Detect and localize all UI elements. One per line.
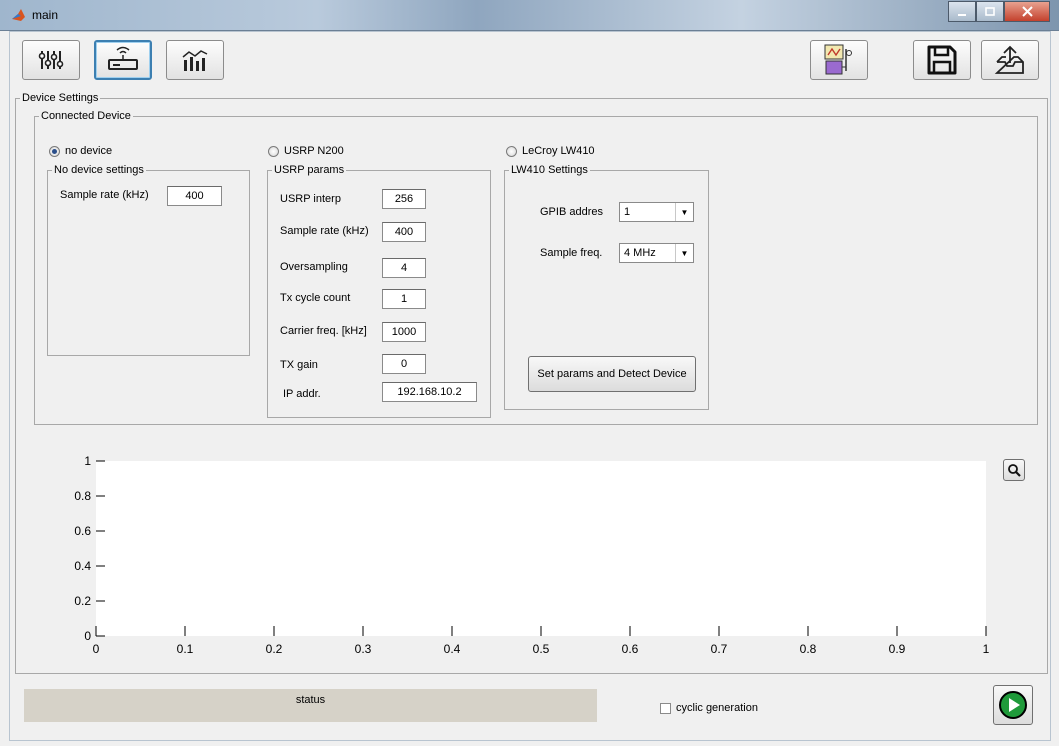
sample-rate-label: Sample rate (kHz) <box>60 189 149 201</box>
sample-freq-select[interactable]: 4 MHz ▼ <box>619 243 694 263</box>
generator-icon <box>824 44 852 75</box>
y-tick-label: 1 <box>84 454 91 468</box>
usrp-interp-input[interactable]: 256 <box>382 189 426 209</box>
cyclic-generation-checkbox[interactable]: cyclic generation <box>660 702 758 714</box>
lw410-settings-title: LW410 Settings <box>511 164 588 176</box>
y-tick-label: 0.4 <box>74 559 91 573</box>
carrier-freq-label: Carrier freq. [kHz] <box>280 325 367 337</box>
connected-device-title: Connected Device <box>41 110 131 122</box>
usrp-interp-label: USRP interp <box>280 193 341 205</box>
usrp-sample-rate-input[interactable]: 400 <box>382 222 426 242</box>
maximize-button[interactable] <box>976 1 1004 22</box>
gpib-address-value: 1 <box>624 206 631 218</box>
window-controls <box>948 1 1050 22</box>
client-area: Device Settings Connected Device no devi… <box>9 31 1051 741</box>
cyclic-generation-label: cyclic generation <box>676 702 758 714</box>
sliders-icon <box>38 51 64 69</box>
x-tick-label: 0 <box>93 642 100 656</box>
close-icon <box>1021 6 1033 17</box>
zoom-button[interactable] <box>1003 459 1025 481</box>
device-settings-title: Device Settings <box>22 92 99 104</box>
y-tick-label: 0.8 <box>74 489 91 503</box>
main-window: main Device Settings Connected Device no… <box>0 0 1059 746</box>
sample-rate-input[interactable]: 400 <box>167 186 222 206</box>
checkbox-indicator <box>660 702 671 714</box>
oversampling-label: Oversampling <box>280 261 348 273</box>
radio-usrp-n200[interactable]: USRP N200 <box>268 145 344 157</box>
carrier-freq-input[interactable]: 1000 <box>382 322 426 342</box>
x-tick-label: 0.7 <box>711 642 728 656</box>
export-icon <box>994 45 1024 74</box>
title-bar: main <box>0 0 1059 31</box>
magnifier-icon <box>1008 464 1021 477</box>
y-tick-label: 0.2 <box>74 594 91 608</box>
window-title: main <box>32 8 59 22</box>
chevron-down-icon: ▼ <box>675 203 693 221</box>
usrp-sample-rate-label: Sample rate (kHz) <box>280 225 369 237</box>
export-button[interactable] <box>981 40 1039 80</box>
maximize-icon <box>985 6 995 16</box>
x-tick-label: 0.8 <box>800 642 817 656</box>
gpib-address-select[interactable]: 1 ▼ <box>619 202 694 222</box>
chevron-down-icon: ▼ <box>675 244 693 262</box>
y-tick-label: 0 <box>84 629 91 643</box>
x-tick-label: 0.6 <box>622 642 639 656</box>
plot-axes: 0 0.1 0.2 0.3 0.4 0.5 0.6 0.7 0.8 0.9 1 0 0.2 0.4 0.6… <box>74 454 990 656</box>
y-tick-label: 0.6 <box>74 524 91 538</box>
radio-no-device[interactable]: no device <box>49 145 112 157</box>
status-bar: status <box>24 689 597 722</box>
chart-icon <box>182 50 208 71</box>
tx-gain-label: TX gain <box>280 359 318 371</box>
run-button[interactable] <box>993 685 1033 725</box>
x-tick-label: 0.1 <box>177 642 194 656</box>
x-tick-label: 0.4 <box>444 642 461 656</box>
sample-freq-value: 4 MHz <box>624 247 656 259</box>
sample-freq-label: Sample freq. <box>540 247 603 259</box>
device-tab-button[interactable] <box>94 40 152 80</box>
minimize-icon <box>958 13 966 16</box>
x-tick-label: 1 <box>983 642 990 656</box>
play-icon <box>999 691 1027 719</box>
ip-addr-input[interactable]: 192.168.10.2 <box>382 382 477 402</box>
tx-cycle-count-label: Tx cycle count <box>280 292 351 304</box>
ip-addr-label: IP addr. <box>283 388 321 400</box>
x-tick-label: 0.3 <box>355 642 372 656</box>
plot-area <box>96 461 986 636</box>
radio-indicator <box>506 145 517 157</box>
detect-device-button[interactable]: Set params and Detect Device <box>528 356 696 392</box>
radio-label: USRP N200 <box>284 145 344 157</box>
save-icon <box>927 45 957 75</box>
minimize-button[interactable] <box>948 1 976 22</box>
x-tick-label: 0.9 <box>889 642 906 656</box>
no-device-settings-title: No device settings <box>54 164 144 176</box>
usrp-params-title: USRP params <box>274 164 345 176</box>
matlab-icon <box>12 9 25 21</box>
x-tick-label: 0.5 <box>533 642 550 656</box>
plot-tab-button[interactable] <box>166 40 224 80</box>
radio-label: LeCroy LW410 <box>522 145 595 157</box>
radio-label: no device <box>65 145 113 157</box>
radio-indicator <box>49 145 60 157</box>
tx-cycle-count-input[interactable]: 1 <box>382 289 426 309</box>
radio-lecroy-lw410[interactable]: LeCroy LW410 <box>506 145 595 157</box>
gpib-address-label: GPIB addres <box>540 206 603 218</box>
tx-gain-input[interactable]: 0 <box>382 354 426 374</box>
save-button[interactable] <box>913 40 971 80</box>
oversampling-input[interactable]: 4 <box>382 258 426 278</box>
generator-button[interactable] <box>810 40 868 80</box>
router-icon <box>108 46 138 70</box>
close-button[interactable] <box>1004 1 1050 22</box>
radio-indicator <box>268 145 279 157</box>
x-tick-label: 0.2 <box>266 642 283 656</box>
settings-tab-button[interactable] <box>22 40 80 80</box>
